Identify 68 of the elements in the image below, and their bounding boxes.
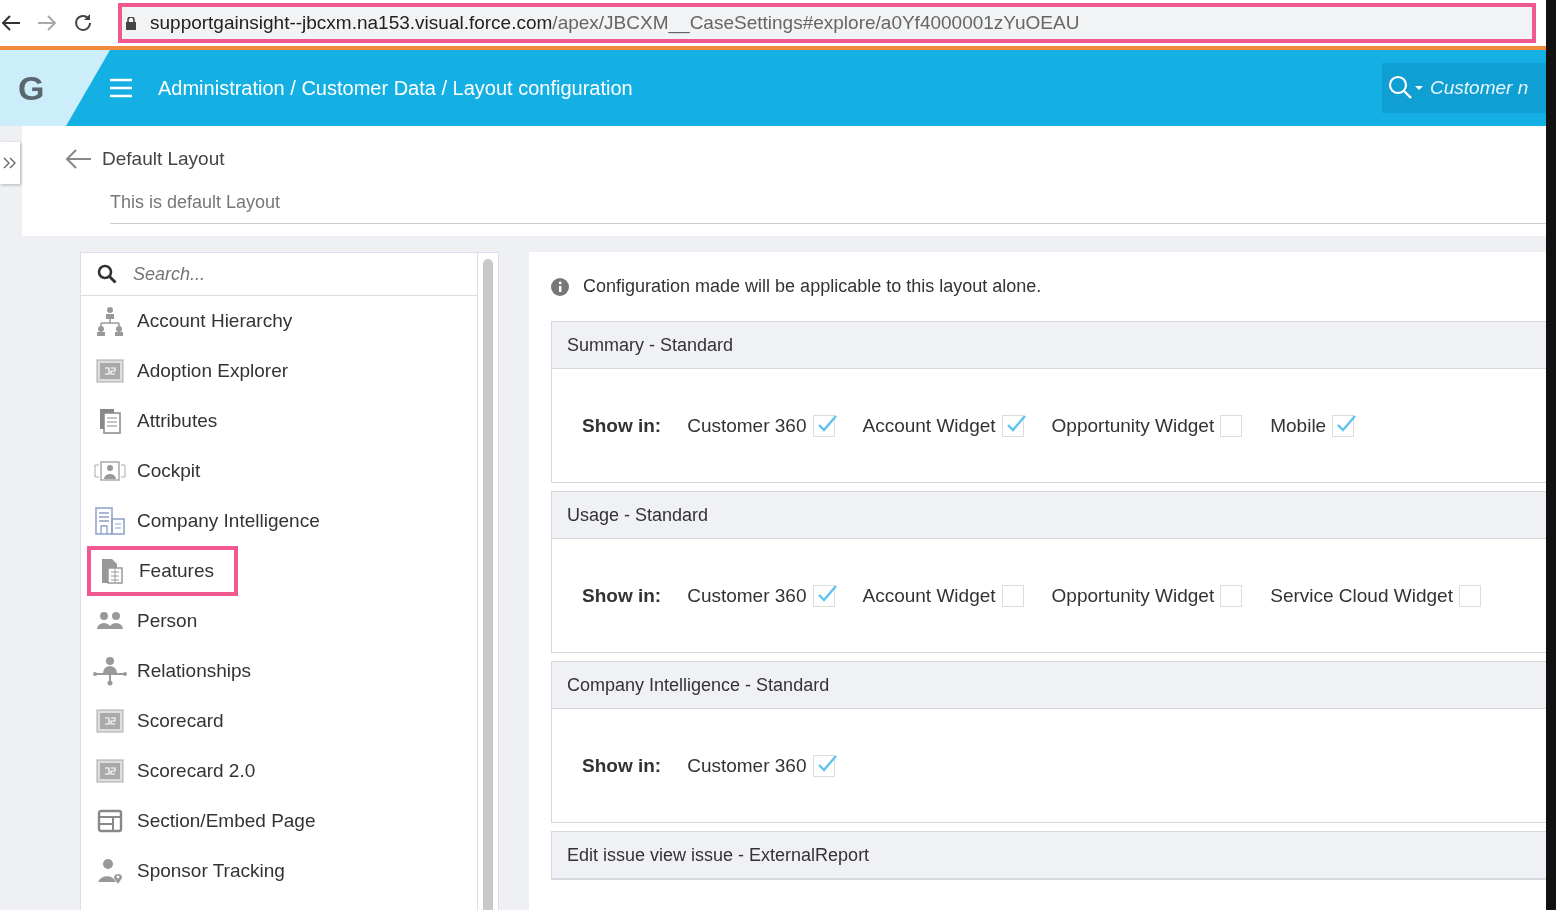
object-list-item[interactable]: Scorecard 2.0 (81, 746, 280, 796)
checkbox[interactable] (1458, 584, 1481, 607)
object-list-item[interactable]: Person (81, 596, 222, 646)
object-list-item[interactable]: Scorecard (81, 696, 248, 746)
double-chevron-icon (3, 157, 17, 169)
object-list-item[interactable]: Cockpit (81, 446, 225, 496)
layout-description: This is default Layout (110, 192, 1546, 224)
search-field[interactable]: Search... (131, 262, 435, 286)
checkbox[interactable] (1001, 584, 1024, 607)
info-icon (551, 277, 569, 296)
object-list-item[interactable]: Account Hierarchy (81, 296, 317, 346)
checkbox[interactable] (812, 754, 835, 777)
menu-icon[interactable] (110, 78, 132, 98)
section-header[interactable]: Edit issue view issue - ExternalReport (552, 832, 1546, 879)
checkbox[interactable] (1220, 414, 1243, 437)
section-title: Edit issue view issue - ExternalReport (567, 844, 870, 866)
object-list-item[interactable]: Adoption Explorer (81, 346, 313, 396)
layout-title: Default Layout (102, 148, 225, 170)
expand-panel-button[interactable] (0, 142, 20, 184)
checkbox[interactable] (1332, 414, 1355, 437)
address-bar[interactable]: supportgainsight--jbcxm.na153.visual.force.com/apex/JBCXM__CaseSettings#explore/a0Yf4000001zYuOEAU (118, 3, 1536, 43)
section-title: Summary - Standard (567, 334, 734, 356)
back-icon[interactable] (0, 13, 22, 33)
reload-icon[interactable] (72, 12, 94, 34)
search-icon (97, 264, 117, 284)
url-path: /apex/JBCXM__CaseSettings#explore/a0Yf4000001zYuOEAU (552, 12, 1080, 34)
back-arrow-icon[interactable] (64, 148, 92, 170)
checkbox[interactable] (812, 584, 835, 607)
lock-icon (126, 16, 136, 30)
option-label: Opportunity Widget (1051, 414, 1215, 437)
show-in-label: Show in: (582, 754, 662, 777)
logo[interactable]: G (18, 68, 45, 108)
object-list-item[interactable]: Attributes (81, 396, 242, 446)
forward-icon[interactable] (36, 13, 58, 33)
section-title: Usage - Standard (567, 504, 709, 526)
person-screen-icon (93, 460, 127, 482)
object-list-item[interactable]: Company Intelligence (81, 496, 344, 546)
checkbox[interactable] (1220, 584, 1243, 607)
option-label: Customer 360 (687, 414, 807, 437)
scorecard-icon (93, 759, 127, 783)
object-list-item[interactable]: Sponsor Tracking (81, 846, 309, 896)
relationship-icon (93, 656, 127, 686)
show-in-label: Show in: (582, 584, 662, 607)
option-label: Mobile (1270, 414, 1327, 437)
section-title: Company Intelligence - Standard (567, 674, 830, 696)
breadcrumb: Administration / Customer Data / Layout configuration (158, 76, 634, 100)
object-list-item[interactable]: Features (87, 546, 238, 596)
info-message: Configuration made will be applicable to this layout alone. (583, 276, 1042, 297)
option-label: Account Widget (862, 414, 996, 437)
url-host: supportgainsight--jbcxm.na153.visual.force.com (150, 12, 553, 33)
scorecard-icon (93, 709, 127, 733)
show-in-label: Show in: (582, 414, 662, 437)
option-label: Customer 360 (687, 584, 807, 607)
object-list-item[interactable]: Relationships (81, 646, 276, 696)
scrollbar-thumb[interactable] (483, 259, 493, 910)
checkbox[interactable] (812, 414, 835, 437)
option-label: Customer 360 (687, 754, 807, 777)
option-label: Account Widget (862, 584, 996, 607)
option-label: Opportunity Widget (1051, 584, 1215, 607)
section-header[interactable]: Summary - Standard (552, 322, 1546, 369)
scorecard-icon (93, 359, 127, 383)
search-icon (1388, 75, 1424, 101)
building-icon (93, 507, 127, 535)
checkbox[interactable] (1001, 414, 1024, 437)
section-header[interactable]: Company Intelligence - Standard (552, 662, 1546, 709)
option-label: Service Cloud Widget (1270, 584, 1453, 607)
section-header[interactable]: Usage - Standard (552, 492, 1546, 539)
object-list-item[interactable]: Section/Embed Page (81, 796, 340, 846)
